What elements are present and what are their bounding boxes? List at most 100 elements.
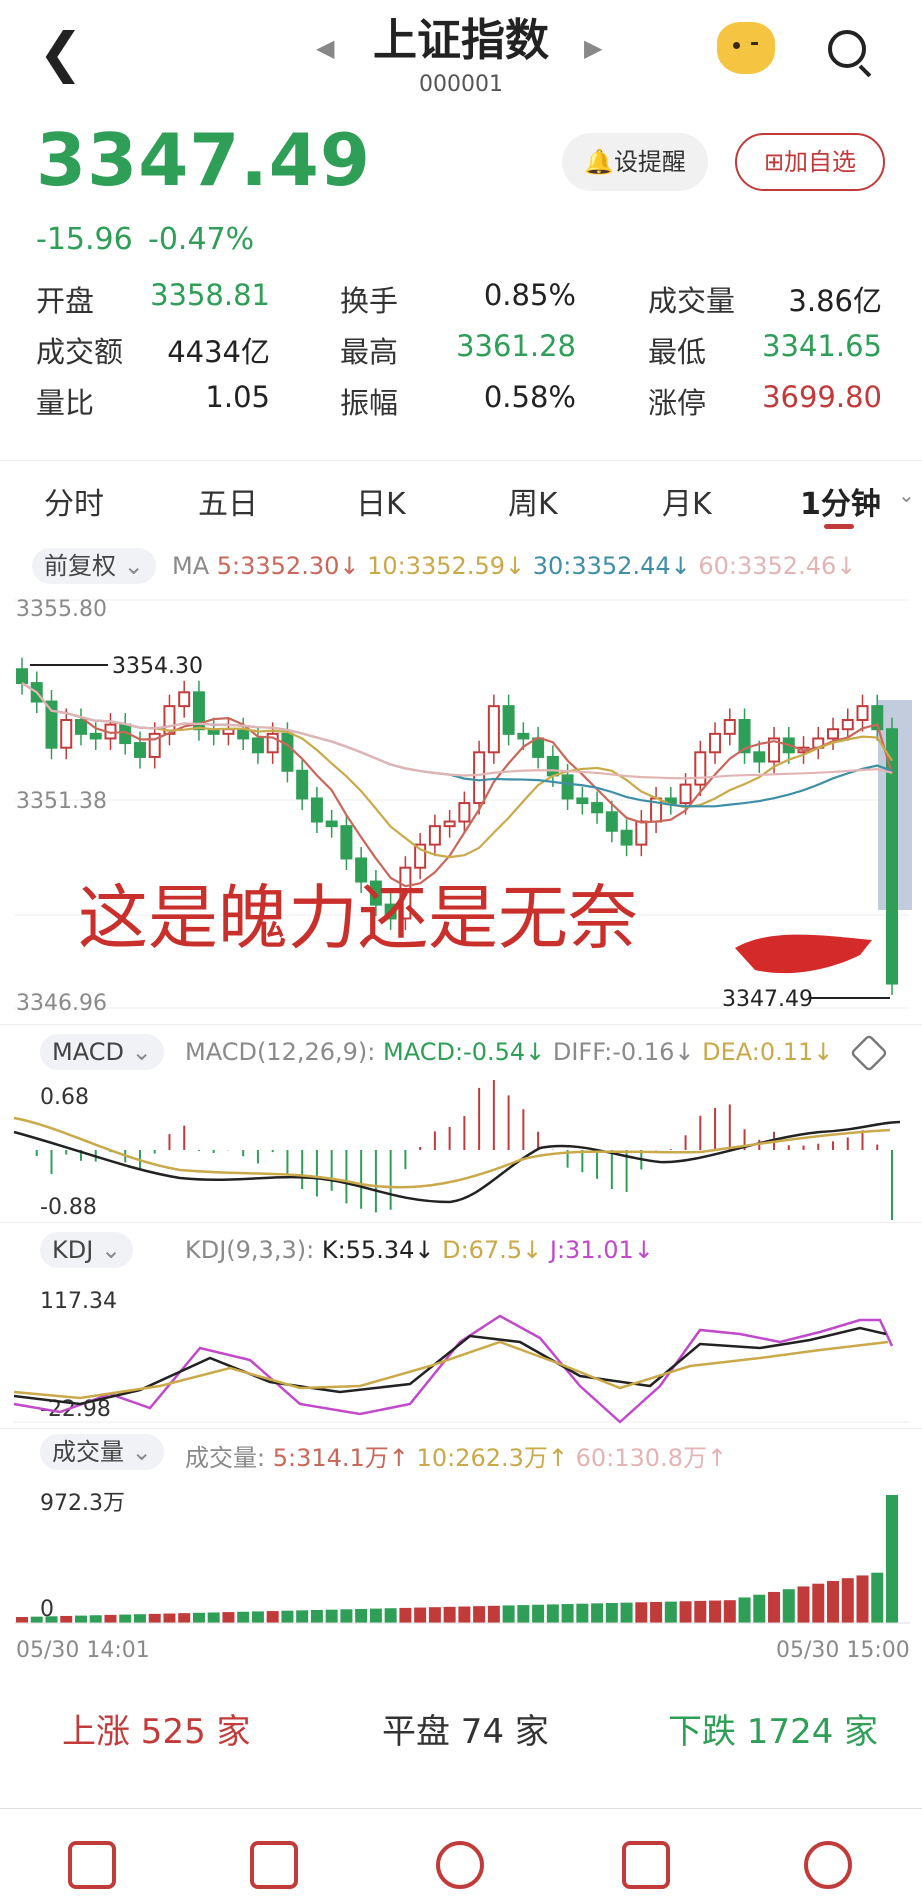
volume-bar xyxy=(178,1613,191,1623)
candle xyxy=(45,700,58,749)
kdj-chart[interactable]: 117.34 -22.98 xyxy=(0,1276,922,1426)
candlestick-chart[interactable]: 3355.80 3351.38 3346.96 3354.30 3347.49 … xyxy=(0,590,922,1020)
mascot-icon[interactable] xyxy=(717,22,775,74)
macd-chart[interactable]: 0.68 -0.88 xyxy=(0,1080,922,1220)
candle xyxy=(635,820,648,846)
volume-dropdown[interactable]: 成交量 ⌄ xyxy=(40,1434,164,1470)
k-line xyxy=(13,1326,887,1406)
search-icon[interactable] xyxy=(828,30,866,68)
volume-bar xyxy=(694,1600,707,1623)
chart-bar-icon[interactable] xyxy=(68,1841,116,1889)
tab-monthly-k[interactable]: 月K xyxy=(662,479,712,523)
bell-icon: 🔔 xyxy=(584,148,614,176)
tab-one-minute[interactable]: 1分钟 xyxy=(800,479,881,523)
stat-value: 3358.81 xyxy=(150,278,270,312)
candle xyxy=(89,732,102,740)
ma10-value: 10:3352.59↓ xyxy=(367,552,526,580)
volume-bar xyxy=(561,1604,574,1623)
vol-ma5-value: 5:314.1万↑ xyxy=(272,1444,409,1472)
volume-bar xyxy=(399,1607,412,1623)
volume-bar xyxy=(163,1613,176,1623)
candle xyxy=(694,751,707,786)
set-alert-label: 设提醒 xyxy=(613,148,686,176)
stat-value: 1.05 xyxy=(205,380,270,414)
red-arrow-icon xyxy=(735,934,872,974)
volume-bar xyxy=(148,1613,161,1623)
share-icon[interactable] xyxy=(804,1841,852,1889)
volume-bar xyxy=(74,1615,87,1623)
stat-value: 0.58% xyxy=(483,380,576,414)
candle xyxy=(237,728,250,740)
macd-dropdown[interactable]: MACD ⌄ xyxy=(40,1034,164,1070)
volume-bar xyxy=(296,1610,309,1623)
volume-divider xyxy=(0,1428,922,1429)
volume-bar xyxy=(768,1591,781,1623)
advancers-count[interactable]: 上涨 525 家 xyxy=(62,1704,251,1753)
volume-bar xyxy=(709,1600,722,1623)
diff-value: DIFF:-0.16↓ xyxy=(552,1038,695,1066)
tab-timeshare[interactable]: 分时 xyxy=(44,479,104,523)
set-alert-button[interactable]: 🔔设提醒 xyxy=(562,133,708,191)
settings-hex-icon[interactable] xyxy=(849,1033,889,1073)
adjust-dropdown[interactable]: 前复权 ⌄ xyxy=(32,548,156,584)
annotation-text: 这是魄力还是无奈 xyxy=(78,877,638,959)
kdj-params: KDJ(9,3,3): xyxy=(185,1236,315,1264)
stat-value: 3341.65 xyxy=(762,329,882,363)
volume-bar xyxy=(723,1600,736,1623)
candle xyxy=(74,719,87,735)
volume-bar xyxy=(812,1583,825,1623)
volume-bar xyxy=(650,1601,663,1623)
tab-daily-k[interactable]: 日K xyxy=(356,479,406,523)
volume-chart[interactable]: 972.3万 0 xyxy=(0,1480,922,1640)
candle xyxy=(886,728,898,985)
dea-line xyxy=(13,1116,891,1189)
candle xyxy=(679,783,692,805)
stat-value: 0.85% xyxy=(483,278,576,312)
volume-bar xyxy=(502,1605,515,1623)
unchanged-count[interactable]: 平盘 74 家 xyxy=(382,1704,549,1753)
stock-code: 000001 xyxy=(419,72,503,97)
y-top-label: 3355.80 xyxy=(16,597,107,622)
candle xyxy=(16,668,28,685)
tab-more-chevron-icon[interactable]: ⌄ xyxy=(898,483,915,507)
decliners-count[interactable]: 下跌 1724 家 xyxy=(668,1704,878,1753)
document-icon[interactable] xyxy=(622,1841,670,1889)
volume-bar xyxy=(414,1607,427,1623)
market-breadth: 上涨 525 家 平盘 74 家 下跌 1724 家 xyxy=(0,1680,922,1770)
volume-bar xyxy=(384,1608,397,1623)
candle xyxy=(133,742,146,758)
ma-prefix: MA xyxy=(172,552,210,580)
volume-bar xyxy=(664,1601,677,1623)
candle xyxy=(60,719,73,749)
chevron-down-icon: ⌄ xyxy=(131,1038,152,1066)
y-mid-label: 3351.38 xyxy=(16,789,107,814)
candle xyxy=(841,719,854,731)
tab-weekly-k[interactable]: 周K xyxy=(508,479,558,523)
ma60-line xyxy=(21,682,893,780)
volume-bar xyxy=(104,1614,117,1623)
volume-bar xyxy=(605,1603,618,1623)
price-change-pct: -0.47% xyxy=(148,222,255,257)
candle xyxy=(178,691,191,708)
tab-five-day[interactable]: 五日 xyxy=(198,479,258,523)
add-watchlist-button[interactable]: ⊞加自选 xyxy=(735,133,885,191)
volume-bar xyxy=(591,1603,604,1623)
kdj-y-top: 117.34 xyxy=(40,1289,117,1314)
trade-arrows-icon[interactable] xyxy=(250,1841,298,1889)
candle xyxy=(753,751,766,763)
kdj-dropdown[interactable]: KDJ ⌄ xyxy=(40,1232,134,1268)
stat-label: 涨停 xyxy=(648,386,707,420)
next-stock-icon[interactable]: ▶ xyxy=(584,34,602,62)
volume-bar xyxy=(192,1612,205,1623)
d-value: D:67.5↓ xyxy=(442,1236,543,1264)
current-price: 3347.49 xyxy=(36,118,371,202)
period-tabs: 分时 五日 日K 周K 月K 1分钟 ⌄ xyxy=(0,460,922,531)
candle xyxy=(473,751,486,805)
volume-bar xyxy=(871,1572,884,1623)
j-line xyxy=(13,1314,894,1424)
stat-label: 开盘 xyxy=(36,284,95,318)
add-watchlist-label: 加自选 xyxy=(784,148,857,176)
ma30-value: 30:3352.44↓ xyxy=(532,552,691,580)
layers-icon[interactable] xyxy=(436,1841,484,1889)
chevron-down-icon: ⌄ xyxy=(123,552,144,580)
